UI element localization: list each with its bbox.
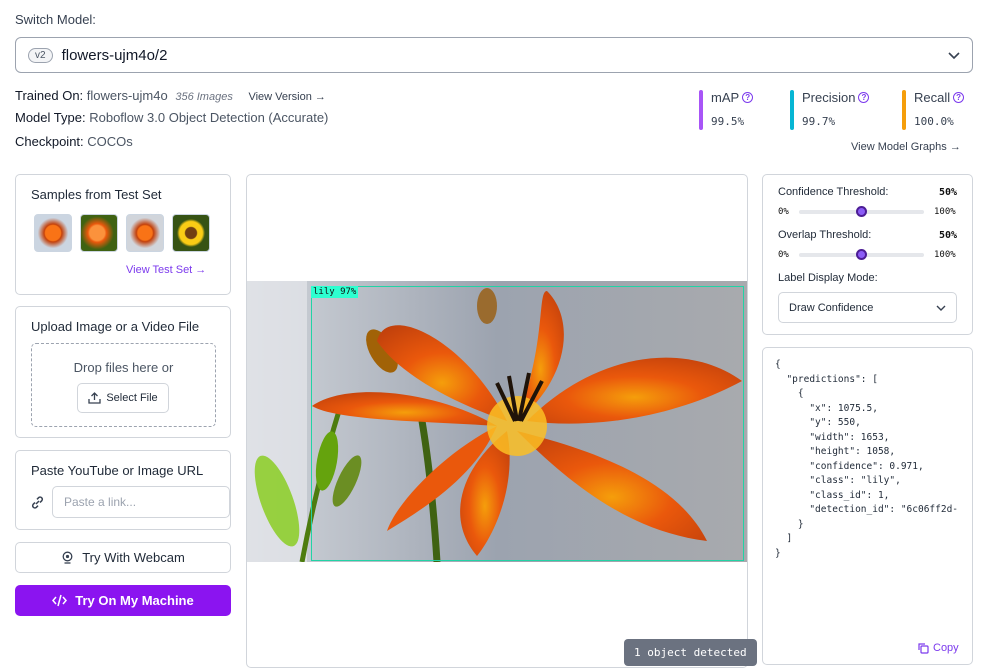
sample-thumbnail[interactable] xyxy=(126,214,164,252)
sample-thumbnail[interactable] xyxy=(172,214,210,252)
upload-title: Upload Image or a Video File xyxy=(31,319,200,334)
confidence-min: 0% xyxy=(778,207,789,217)
select-file-label: Select File xyxy=(106,392,158,404)
overlap-threshold-value: 50% xyxy=(939,230,958,241)
metric-recall: Recall? 100.0% xyxy=(902,90,965,132)
confidence-slider-handle[interactable] xyxy=(856,206,867,217)
metric-precision-bar xyxy=(790,90,794,130)
metric-map-value: 99.5% xyxy=(711,115,745,128)
metric-recall-bar xyxy=(902,90,906,130)
confidence-max: 100% xyxy=(934,207,956,217)
metric-map-name: mAP xyxy=(711,90,740,105)
drop-text: Drop files here or xyxy=(73,360,174,375)
chevron-down-icon xyxy=(948,47,960,63)
upload-icon xyxy=(88,392,101,404)
model-name: flowers-ujm4o/2 xyxy=(61,46,168,64)
metric-map-bar xyxy=(699,90,703,130)
view-version-link[interactable]: View Version → xyxy=(248,91,325,103)
webcam-icon xyxy=(61,551,74,564)
model-type-row: Model Type: Roboflow 3.0 Object Detectio… xyxy=(15,110,328,125)
checkpoint-value: COCOs xyxy=(87,134,133,149)
model-type-value: Roboflow 3.0 Object Detection (Accurate) xyxy=(89,110,329,125)
try-webcam-button[interactable]: Try With Webcam xyxy=(15,542,231,573)
help-icon[interactable]: ? xyxy=(742,92,754,103)
detection-label: lily 97% xyxy=(311,286,359,298)
objects-detected-badge: 1 object detected xyxy=(624,639,757,666)
overlap-threshold-label: Overlap Threshold: xyxy=(778,229,872,241)
view-model-graphs-link[interactable]: View Model Graphs → xyxy=(851,141,961,153)
switch-model-label: Switch Model: xyxy=(15,12,96,27)
metric-map: mAP? 99.5% xyxy=(699,90,754,132)
file-dropzone[interactable]: Drop files here or Select File xyxy=(31,343,216,427)
copy-icon xyxy=(918,642,929,654)
try-webcam-label: Try With Webcam xyxy=(82,550,185,565)
version-badge: v2 xyxy=(28,47,53,63)
samples-title: Samples from Test Set xyxy=(31,187,162,202)
sample-thumbnail[interactable] xyxy=(34,214,72,252)
trained-on-label: Trained On: xyxy=(15,88,84,103)
trained-on-row: Trained On: flowers-ujm4o 356 Images Vie… xyxy=(15,88,326,103)
metric-recall-name: Recall xyxy=(914,90,951,105)
code-icon xyxy=(52,594,68,607)
confidence-threshold-value: 50% xyxy=(939,187,958,198)
checkpoint-label: Checkpoint: xyxy=(15,134,84,149)
sample-thumbnail[interactable] xyxy=(80,214,118,252)
label-display-mode-select[interactable]: Draw Confidence xyxy=(778,292,957,323)
confidence-threshold-label: Confidence Threshold: xyxy=(778,186,889,198)
label-display-mode-value: Draw Confidence xyxy=(789,301,874,314)
metric-precision-name: Precision xyxy=(802,90,856,105)
images-count: 356 Images xyxy=(175,91,233,103)
select-file-button[interactable]: Select File xyxy=(77,383,169,413)
metric-precision: Precision? 99.7% xyxy=(790,90,870,132)
json-output-text: { "predictions": [ { "x": 1075.5, "y": 5… xyxy=(775,359,959,559)
copy-label: Copy xyxy=(933,642,959,654)
paste-link-input[interactable]: Paste a link... xyxy=(52,486,230,518)
overlap-slider-handle[interactable] xyxy=(856,249,867,260)
copy-button[interactable]: Copy xyxy=(918,642,959,654)
samples-panel: Samples from Test Set xyxy=(15,174,231,295)
metric-precision-value: 99.7% xyxy=(802,115,836,128)
overlap-min: 0% xyxy=(778,250,789,260)
paste-url-title: Paste YouTube or Image URL xyxy=(31,463,204,478)
checkpoint-row: Checkpoint: COCOs xyxy=(15,134,133,149)
label-display-mode-label: Label Display Mode: xyxy=(778,272,878,284)
help-icon[interactable]: ? xyxy=(953,92,965,103)
detection-bounding-box[interactable] xyxy=(311,286,744,561)
chevron-down-icon xyxy=(936,305,946,311)
model-type-label: Model Type: xyxy=(15,110,86,125)
try-on-machine-button[interactable]: Try On My Machine xyxy=(15,585,231,616)
model-select-dropdown[interactable]: v2 flowers-ujm4o/2 xyxy=(15,37,973,73)
try-on-machine-label: Try On My Machine xyxy=(75,593,194,608)
overlap-max: 100% xyxy=(934,250,956,260)
link-icon xyxy=(30,495,45,513)
trained-on-value: flowers-ujm4o xyxy=(86,88,168,103)
help-icon[interactable]: ? xyxy=(858,92,870,103)
metric-recall-value: 100.0% xyxy=(914,115,954,128)
view-test-set-link[interactable]: View Test Set → xyxy=(126,264,206,276)
